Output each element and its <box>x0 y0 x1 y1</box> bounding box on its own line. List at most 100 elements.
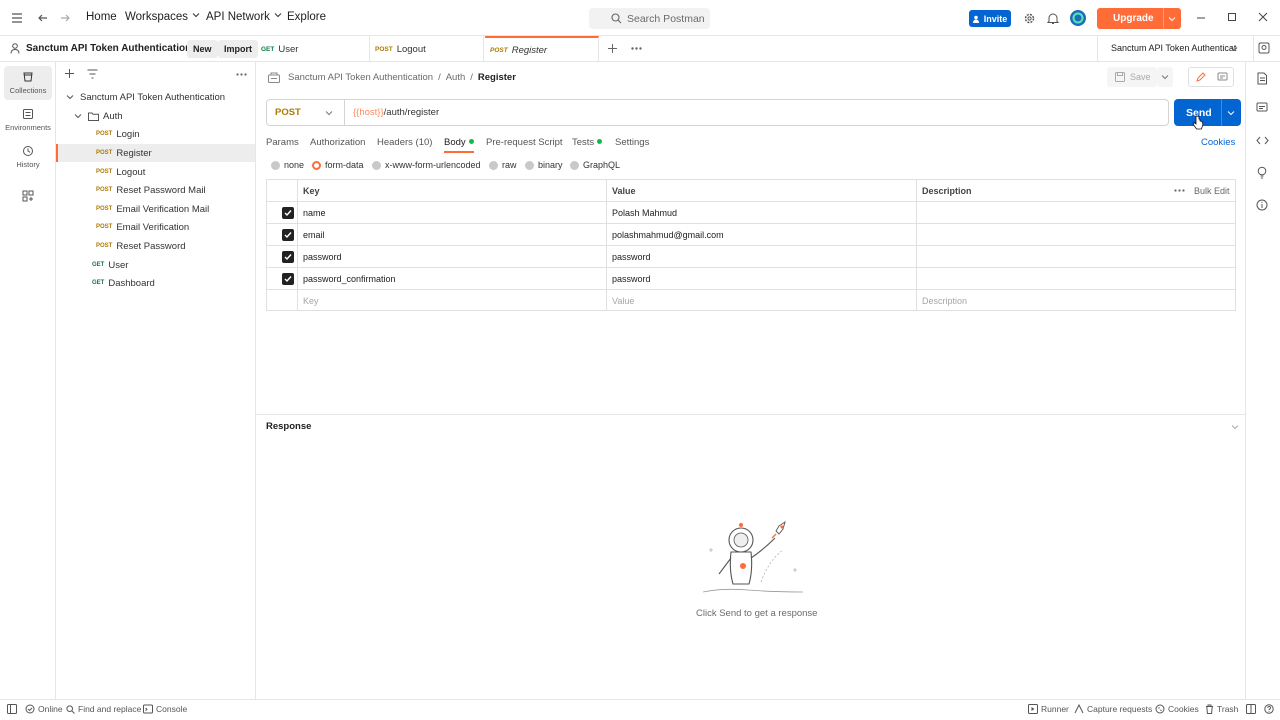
layout-icon[interactable] <box>1246 704 1259 714</box>
nav-workspaces[interactable]: Workspaces <box>125 11 200 23</box>
row-value[interactable]: polashmahmud@gmail.com <box>612 224 724 245</box>
collection-root[interactable]: Sanctum API Token Authentication <box>56 88 255 106</box>
tab-params[interactable]: Params <box>266 137 299 148</box>
response-divider[interactable] <box>256 414 1245 415</box>
rail-history[interactable]: History <box>4 140 52 174</box>
tab-authorization[interactable]: Authorization <box>310 137 365 148</box>
radio-urlencoded[interactable]: x-www-form-urlencoded <box>372 160 481 170</box>
chevron-down-icon[interactable] <box>1231 423 1239 431</box>
comment-icon[interactable] <box>1217 72 1228 83</box>
sidebar-item-register[interactable]: POST Register <box>56 144 255 162</box>
nav-api-network[interactable]: API Network <box>206 11 282 23</box>
row-checkbox[interactable] <box>282 224 294 245</box>
row-key[interactable]: password <box>303 246 342 267</box>
toggle-sidebar-icon[interactable] <box>7 704 20 714</box>
cookies-link[interactable]: Cookies <box>1201 137 1235 148</box>
url-input[interactable]: {{host}}/auth/register <box>353 107 439 118</box>
environment-quicklook-icon[interactable] <box>1258 42 1270 54</box>
upgrade-button[interactable]: Upgrade <box>1097 8 1181 29</box>
import-button[interactable]: Import <box>218 40 258 58</box>
radio-graphql[interactable]: GraphQL <box>570 160 620 170</box>
save-options-button[interactable] <box>1157 67 1173 87</box>
rail-environments[interactable]: Environments <box>4 103 52 137</box>
menu-icon[interactable] <box>11 12 23 24</box>
search-input[interactable]: Search Postman <box>589 8 710 29</box>
tab-headers[interactable]: Headers (10) <box>377 137 432 148</box>
sidebar-item-email-verification-mail[interactable]: POST Email Verification Mail <box>56 200 255 218</box>
status-capture[interactable]: Capture requests <box>1074 704 1152 714</box>
status-trash[interactable]: Trash <box>1205 704 1238 714</box>
breadcrumb-collection[interactable]: Sanctum API Token Authentication <box>288 72 433 83</box>
filter-icon[interactable] <box>87 69 98 79</box>
gear-icon[interactable] <box>1023 12 1036 25</box>
row-checkbox[interactable] <box>282 246 294 267</box>
sidebar-item-reset-password-mail[interactable]: POST Reset Password Mail <box>56 181 255 199</box>
radio-form-data[interactable]: form-data <box>312 160 364 170</box>
row-value[interactable]: password <box>612 246 651 267</box>
row-value[interactable]: Polash Mahmud <box>612 202 677 223</box>
row-key[interactable]: password_confirmation <box>303 268 396 289</box>
tab-user[interactable]: GET User <box>256 36 370 62</box>
nav-explore[interactable]: Explore <box>287 11 326 23</box>
configure-workspace-icon[interactable] <box>22 190 34 202</box>
close-icon[interactable] <box>1257 11 1271 25</box>
status-online[interactable]: Online <box>25 704 63 714</box>
new-key-input[interactable]: Key <box>303 290 319 311</box>
chevron-down-icon[interactable] <box>1227 109 1235 117</box>
documentation-icon[interactable] <box>1256 72 1268 85</box>
save-button[interactable]: Save <box>1107 67 1157 87</box>
row-key[interactable]: name <box>303 202 326 223</box>
invite-button[interactable]: Invite <box>969 10 1011 27</box>
new-button[interactable]: New <box>187 40 218 58</box>
more-icon[interactable] <box>1174 180 1185 201</box>
bulk-edit-link[interactable]: Bulk Edit <box>1194 180 1230 201</box>
more-icon[interactable] <box>236 73 247 76</box>
tab-body[interactable]: Body <box>444 137 474 153</box>
status-cookies[interactable]: Cookies <box>1155 704 1199 714</box>
sidebar-item-login[interactable]: POST Login <box>56 125 255 143</box>
row-checkbox[interactable] <box>282 202 294 223</box>
edit-icon[interactable] <box>1195 72 1206 83</box>
avatar[interactable] <box>1070 10 1086 26</box>
folder-auth[interactable]: Auth <box>56 107 255 125</box>
radio-binary[interactable]: binary <box>525 160 563 170</box>
sidebar-item-email-verification[interactable]: POST Email Verification <box>56 218 255 236</box>
row-key[interactable]: email <box>303 224 325 245</box>
bulb-icon[interactable] <box>1256 166 1268 179</box>
breadcrumb-folder[interactable]: Auth <box>446 72 466 83</box>
tab-tests[interactable]: Tests <box>572 137 603 148</box>
more-icon[interactable] <box>631 47 642 50</box>
method-selector[interactable]: POST <box>267 100 345 125</box>
row-value[interactable]: password <box>612 268 651 289</box>
row-checkbox[interactable] <box>282 268 294 289</box>
info-icon[interactable] <box>1256 199 1268 211</box>
new-description-input[interactable]: Description <box>922 290 967 311</box>
maximize-icon[interactable] <box>1226 11 1240 25</box>
nav-home[interactable]: Home <box>86 11 117 23</box>
help-icon[interactable] <box>1264 704 1277 714</box>
radio-none[interactable]: none <box>271 160 304 170</box>
status-runner[interactable]: Runner <box>1028 704 1069 714</box>
sidebar-item-reset-password[interactable]: POST Reset Password <box>56 237 255 255</box>
code-icon[interactable] <box>1256 135 1269 146</box>
back-arrow-icon[interactable] <box>37 12 49 24</box>
add-tab-icon[interactable] <box>607 43 618 54</box>
tab-pre-request-script[interactable]: Pre-request Script <box>486 137 563 148</box>
add-icon[interactable] <box>64 68 75 79</box>
radio-raw[interactable]: raw <box>489 160 517 170</box>
workspace-name[interactable]: Sanctum API Token Authentication <box>26 43 191 54</box>
comments-icon[interactable] <box>1256 102 1268 114</box>
tab-logout[interactable]: POST Logout <box>370 36 484 62</box>
sidebar-item-dashboard[interactable]: GET Dashboard <box>56 274 255 292</box>
tab-settings[interactable]: Settings <box>615 137 649 148</box>
new-value-input[interactable]: Value <box>612 290 634 311</box>
bell-icon[interactable] <box>1047 12 1059 25</box>
status-find-replace[interactable]: Find and replace <box>66 704 141 714</box>
minimize-icon[interactable] <box>1195 11 1209 25</box>
chevron-down-icon[interactable] <box>1168 15 1176 23</box>
rail-collections[interactable]: Collections <box>4 66 52 100</box>
sidebar-item-user[interactable]: GET User <box>56 256 255 274</box>
environment-selector[interactable]: Sanctum API Token Authenticat <box>1111 43 1236 53</box>
sidebar-item-logout[interactable]: POST Logout <box>56 163 255 181</box>
status-console[interactable]: Console <box>143 704 187 714</box>
